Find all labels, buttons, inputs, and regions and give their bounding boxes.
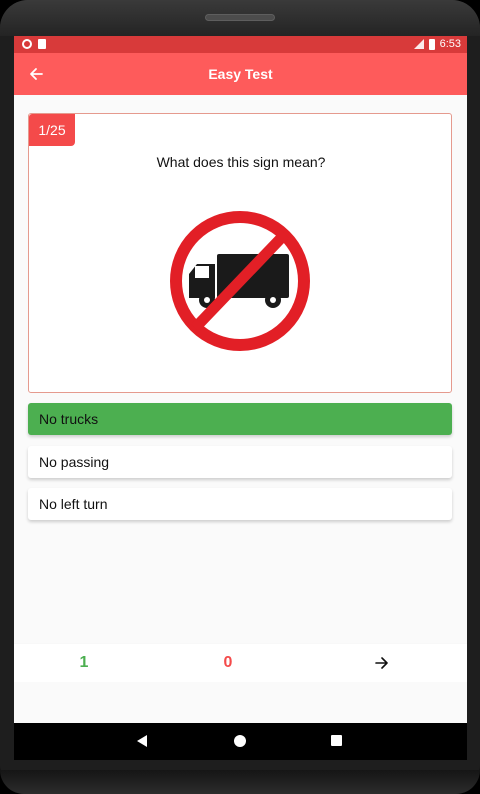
device-bottom-bezel	[0, 770, 480, 794]
answer-option-no-left-turn[interactable]: No left turn	[28, 488, 452, 520]
status-system: 6:53	[413, 38, 461, 50]
app-bar: Easy Test	[14, 53, 467, 95]
system-navigation-bar	[14, 723, 467, 760]
status-bar: 6:53	[14, 36, 467, 53]
device-top-bezel	[0, 0, 480, 36]
notification-circle-icon	[22, 39, 32, 49]
wrong-count: 0	[223, 654, 233, 671]
sd-card-icon	[38, 39, 46, 49]
page-title: Easy Test	[208, 66, 273, 82]
answer-option-no-passing[interactable]: No passing	[28, 446, 452, 478]
no-trucks-sign-image	[170, 211, 310, 351]
nav-home-icon[interactable]	[234, 735, 246, 747]
nav-back-icon[interactable]	[137, 735, 147, 747]
question-text: What does this sign mean?	[156, 154, 326, 170]
test-content: 1/25 What does this sign mean? No trucks…	[14, 95, 467, 644]
arrow-left-icon	[30, 68, 43, 80]
back-button[interactable]	[24, 62, 48, 86]
status-notifications	[22, 39, 46, 49]
signal-icon	[413, 39, 424, 49]
arrow-right-icon	[375, 657, 388, 669]
score-bar: 1 0	[14, 644, 467, 682]
question-card: 1/25 What does this sign mean?	[28, 113, 452, 393]
tablet-frame: 6:53 Easy Test 1/25 What does this sign …	[0, 0, 480, 794]
status-time: 6:53	[439, 38, 461, 50]
next-question-button[interactable]	[370, 651, 394, 675]
empty-area	[14, 682, 467, 723]
answer-option-no-trucks[interactable]: No trucks	[28, 403, 452, 435]
screen: 6:53 Easy Test 1/25 What does this sign …	[14, 36, 467, 760]
battery-icon	[428, 38, 435, 50]
nav-recents-icon[interactable]	[331, 735, 342, 746]
question-counter-badge: 1/25	[29, 114, 75, 146]
correct-count: 1	[79, 654, 89, 671]
speaker-grille	[205, 14, 275, 21]
